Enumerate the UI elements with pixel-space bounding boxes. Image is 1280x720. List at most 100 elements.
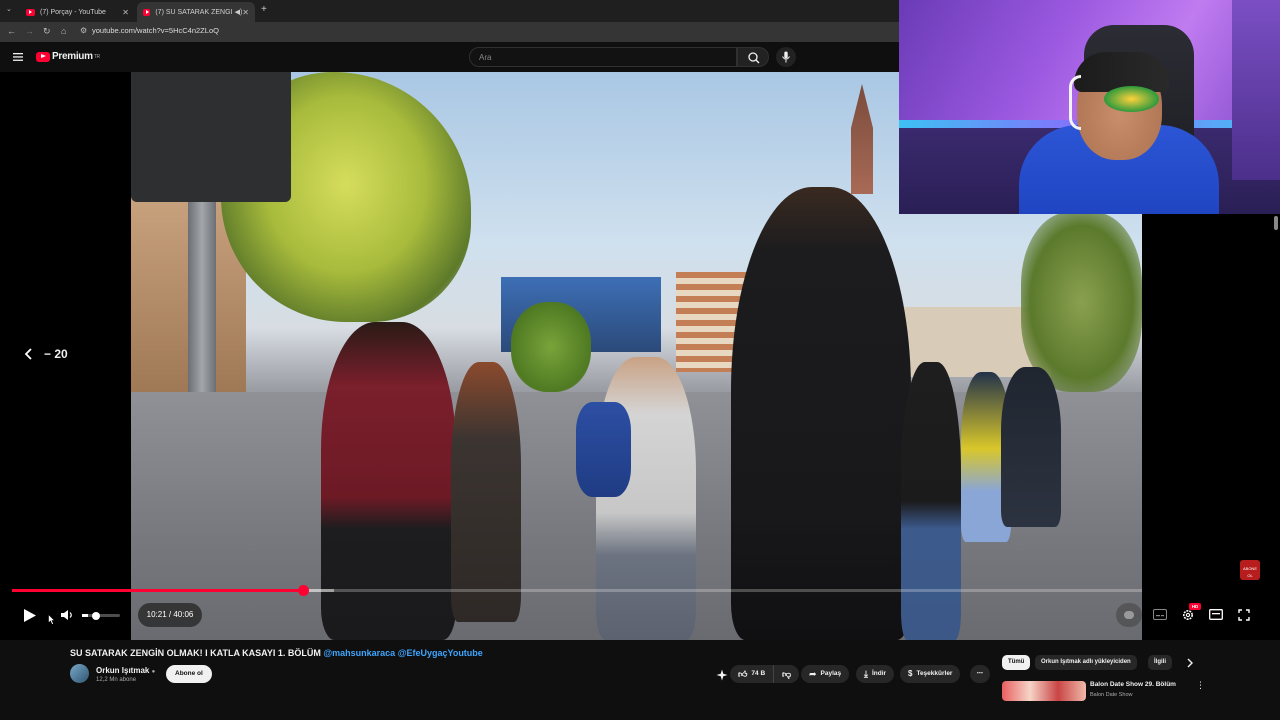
more-dots-icon: ⋯ <box>976 670 984 677</box>
browser-tab-1-label: (7) Porçay - YouTube <box>40 8 106 16</box>
logo-text: Premium <box>52 51 93 62</box>
play-icon[interactable] <box>23 608 37 623</box>
scrollbar-thumb[interactable] <box>1274 216 1278 230</box>
blue-backpack <box>576 402 631 497</box>
youtube-logo-icon <box>36 51 50 62</box>
time-display: 10:21 / 40:06 <box>138 603 202 627</box>
person-black-tshirt <box>901 362 961 640</box>
close-tab-icon[interactable]: ✕ <box>242 8 249 17</box>
subscribe-button[interactable]: Abone ol <box>166 665 212 683</box>
seek-back-overlay: − 20 <box>24 347 68 361</box>
right-side-panel: ABONE OL <box>1142 214 1280 640</box>
channel-name-text: Orkun Işıtmak <box>96 666 150 675</box>
subscribe-watermark[interactable]: ABONE OL <box>1240 560 1260 580</box>
volume-handle[interactable] <box>91 611 100 620</box>
site-info-icon[interactable]: ⚙ <box>80 26 87 35</box>
willow-tree <box>511 302 591 392</box>
search-icon <box>748 52 760 64</box>
seek-back-label: − 20 <box>44 347 68 361</box>
chevron-right-icon[interactable] <box>1186 658 1194 668</box>
volume-icon[interactable] <box>60 609 74 621</box>
share-icon: ➦ <box>809 669 817 679</box>
thanks-label: Teşekkürler <box>916 670 953 677</box>
recommendation-title[interactable]: Balon Date Show 29. Bölüm <box>1090 681 1176 688</box>
tree-right <box>1021 212 1142 392</box>
chevron-left-icon <box>24 348 32 360</box>
headphones <box>1069 75 1081 130</box>
microphone-icon <box>782 51 790 63</box>
thanks-button[interactable]: $ Teşekkürler <box>900 665 961 683</box>
verified-icon: ● <box>151 669 156 675</box>
volume-slider[interactable] <box>82 611 120 620</box>
minaret <box>851 84 873 194</box>
more-actions-button[interactable]: ⋯ <box>970 665 990 683</box>
address-bar: ← → ↻ ⌂ ⚙ youtube.com/watch?v=5HcC4n2ZLo… <box>0 22 900 42</box>
settings-gear-icon[interactable] <box>1181 608 1195 622</box>
recommendation-menu-icon[interactable]: ⋮ <box>1196 680 1205 691</box>
chip-uploader[interactable]: Orkun Işıtmak adlı yükleyiciden <box>1035 655 1137 670</box>
title-mention-1[interactable]: @mahsunkaraca <box>323 648 395 658</box>
download-icon: ⤓ <box>864 669 868 679</box>
reload-icon[interactable]: ↻ <box>43 26 51 37</box>
video-info-section: SU SATARAK ZENGİN OLMAK! I KATLA KASAYI … <box>0 640 1000 696</box>
logo-country-code: TR <box>93 53 100 60</box>
mouse-cursor-icon <box>48 614 55 625</box>
recommendation-thumbnail[interactable] <box>1002 681 1086 701</box>
subtitles-icon[interactable] <box>1153 609 1167 620</box>
streamer-webcam <box>899 0 1280 214</box>
back-icon[interactable]: ← <box>7 26 16 36</box>
home-icon[interactable]: ⌂ <box>61 26 66 36</box>
subscriber-count: 12,2 Mn abone <box>96 677 137 683</box>
forward-icon[interactable]: → <box>25 26 34 36</box>
url-text[interactable]: youtube.com/watch?v=5HcC4n2ZLoQ <box>92 26 219 35</box>
recommendation-channel[interactable]: Balon Date Show <box>1090 692 1133 698</box>
browser-tab-bar: ⌄ (7) Porçay - YouTube ✕ (7) SU SATARAK … <box>0 0 900 22</box>
dislike-button[interactable]: 👎︎ <box>773 665 800 683</box>
autoplay-toggle[interactable] <box>1116 603 1142 627</box>
person-backpack <box>596 357 696 640</box>
autoplay-knob <box>1124 611 1134 619</box>
youtube-premium-logo[interactable]: Premium TR <box>36 51 100 62</box>
thanks-icon: $ <box>908 669 913 678</box>
chip-related[interactable]: İlgili <box>1148 655 1172 670</box>
beanie-patch <box>1104 86 1159 112</box>
title-mention-2[interactable]: @EfeUygaçYoutube <box>398 648 483 658</box>
youtube-favicon-icon <box>143 8 151 16</box>
video-title: SU SATARAK ZENGİN OLMAK! I KATLA KASAYI … <box>70 648 483 658</box>
download-button[interactable]: ⤓ İndir <box>856 665 895 683</box>
channel-name[interactable]: Orkun Işıtmak ● <box>96 666 155 675</box>
browser-tab-2-label: (7) SU SATARAK ZENGİN OL <box>155 8 231 16</box>
share-label: Paylaş <box>820 670 842 677</box>
played-bar <box>12 589 304 592</box>
chip-all[interactable]: Tümü <box>1002 655 1031 670</box>
tab-list-icon[interactable]: ⌄ <box>6 5 12 13</box>
new-tab-icon[interactable]: + <box>261 4 267 15</box>
recommendations-panel: Tümü Orkun Işıtmak adlı yükleyiciden İlg… <box>1000 640 1280 720</box>
thumbs-down-icon: 👎︎ <box>782 669 792 679</box>
menu-icon[interactable] <box>13 53 23 61</box>
sparkle-icon[interactable] <box>716 669 728 681</box>
volume-fill <box>82 614 88 617</box>
progress-bar[interactable] <box>12 585 1142 596</box>
voice-search-button[interactable] <box>776 47 796 67</box>
search-input[interactable]: Ara <box>469 47 737 67</box>
download-label: İndir <box>871 670 887 677</box>
channel-avatar[interactable] <box>70 664 89 683</box>
thumbs-up-icon: 👍︎ <box>738 669 748 679</box>
browser-tab-1[interactable]: (7) Porçay - YouTube ✕ <box>20 2 135 22</box>
video-title-text: SU SATARAK ZENGİN OLMAK! I KATLA KASAYI … <box>70 648 321 658</box>
youtube-header: Premium TR Ara <box>0 42 900 72</box>
share-button[interactable]: ➦ Paylaş <box>801 665 850 683</box>
close-tab-icon[interactable]: ✕ <box>122 8 129 17</box>
hd-badge: HD <box>1189 603 1201 610</box>
shelf <box>1232 0 1280 180</box>
person-black-jacket <box>731 187 911 640</box>
like-button[interactable]: 👍︎ 74 B <box>730 665 774 683</box>
youtube-favicon-icon <box>26 8 35 16</box>
fullscreen-icon[interactable] <box>1238 609 1250 621</box>
miniplayer-icon[interactable] <box>1209 609 1223 620</box>
browser-tab-2[interactable]: (7) SU SATARAK ZENGİN OL ◀) ✕ <box>137 2 255 22</box>
search-button[interactable] <box>737 47 769 67</box>
person-dark <box>1001 367 1061 527</box>
audio-playing-icon[interactable]: ◀) <box>235 8 243 16</box>
